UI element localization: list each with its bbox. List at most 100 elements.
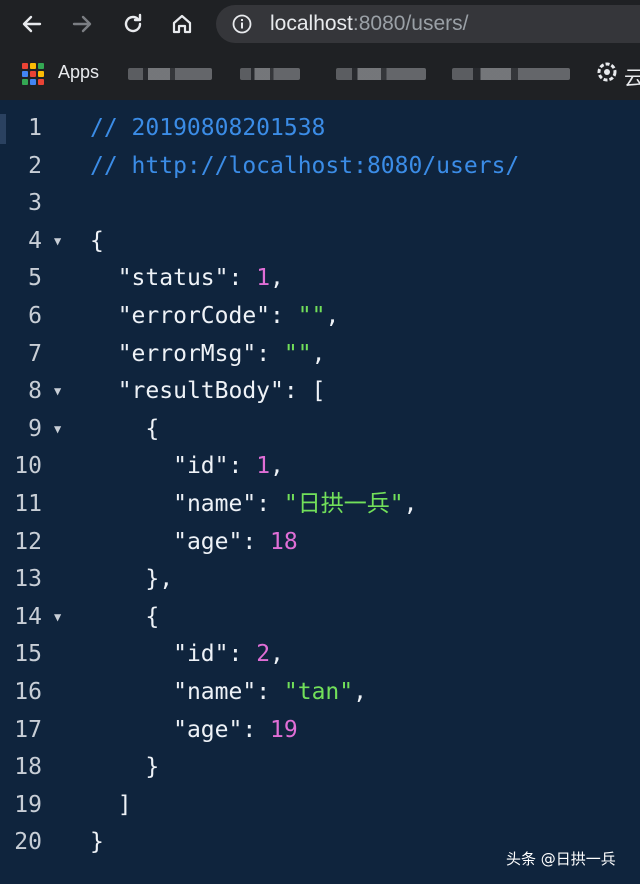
- line-number: 17: [14, 716, 42, 743]
- code-line: 8 ▼ "resultBody": [: [0, 373, 640, 411]
- code-line: 14 ▼ {: [0, 599, 640, 637]
- code-line: 4 ▼ {: [0, 223, 640, 261]
- apps-grid-icon[interactable]: [22, 63, 44, 85]
- code-content: {: [90, 599, 159, 637]
- code-content: "name": "日拱一兵",: [90, 486, 417, 524]
- bookmark-item-blurred[interactable]: [452, 68, 570, 80]
- code-line: 11 "name": "日拱一兵",: [0, 486, 640, 524]
- json-key: "age": [173, 716, 243, 743]
- back-button[interactable]: [14, 6, 50, 42]
- line-number: 2: [28, 152, 42, 179]
- json-punctuation: :: [228, 265, 257, 292]
- fold-toggle-icon[interactable]: ▼: [54, 599, 68, 637]
- json-key: "id": [173, 641, 229, 668]
- code-line: 3: [0, 185, 640, 223]
- line-number: 8: [28, 378, 42, 405]
- code-line: 1 // 20190808201538: [0, 110, 640, 148]
- apps-bookmark-label[interactable]: Apps: [58, 62, 99, 83]
- code-content: // http://localhost:8080/users/: [90, 148, 519, 186]
- line-number: 9: [28, 415, 42, 442]
- json-punctuation: :: [242, 528, 271, 555]
- json-viewer: 1 // 20190808201538 2 // http://localhost:8…: [0, 100, 640, 884]
- json-string: "": [297, 303, 326, 329]
- json-punctuation: :: [270, 303, 298, 329]
- json-number: 1: [256, 453, 271, 480]
- url-host: localhost: [270, 12, 353, 35]
- code-content: "name": "tan",: [90, 674, 367, 712]
- json-punctuation: :: [256, 340, 284, 367]
- line-number: 6: [28, 303, 42, 329]
- line-number: 18: [14, 754, 42, 781]
- json-punctuation: :: [228, 641, 257, 668]
- line-number: 16: [14, 679, 42, 705]
- code-line: 16 "name": "tan",: [0, 674, 640, 712]
- bookmark-item-blurred[interactable]: [336, 68, 426, 80]
- json-punctuation: ,: [270, 265, 284, 292]
- json-punctuation: {: [145, 603, 160, 630]
- code-content: "errorMsg": "",: [90, 336, 326, 374]
- code-content: }: [90, 824, 104, 862]
- home-button[interactable]: [164, 6, 200, 42]
- bookmark-item-blurred[interactable]: [240, 68, 300, 80]
- bookmark-item-cut[interactable]: 云: [624, 62, 640, 91]
- json-punctuation: :: [242, 716, 271, 743]
- bookmarks-bar: Apps 云: [0, 48, 640, 100]
- json-number: 2: [256, 641, 271, 668]
- home-icon: [172, 14, 192, 34]
- code-content: "id": 1,: [90, 448, 284, 486]
- json-punctuation: ,: [403, 491, 418, 517]
- code-comment: // http://localhost:8080/users/: [90, 152, 520, 179]
- code-content: "id": 2,: [90, 636, 284, 674]
- back-arrow-icon: [22, 15, 42, 33]
- code-line: 10 "id": 1,: [0, 448, 640, 486]
- json-key: "id": [173, 453, 229, 480]
- code-line: 7 "errorMsg": "",: [0, 336, 640, 374]
- address-bar[interactable]: localhost:8080/users/: [216, 5, 640, 43]
- json-punctuation: ,: [311, 340, 326, 367]
- reload-button[interactable]: [115, 6, 151, 42]
- fold-toggle-icon[interactable]: ▼: [54, 411, 68, 449]
- code-line: 12 "age": 18: [0, 524, 640, 562]
- json-punctuation: ,: [353, 679, 367, 705]
- json-number: 18: [270, 528, 298, 555]
- fold-toggle-icon[interactable]: ▼: [54, 373, 68, 411]
- code-line: 13 },: [0, 561, 640, 599]
- code-line: 2 // http://localhost:8080/users/: [0, 148, 640, 186]
- json-punctuation: }: [145, 754, 160, 781]
- fold-toggle-icon[interactable]: ▼: [54, 223, 68, 261]
- json-punctuation: {: [90, 227, 104, 254]
- code-line: 18 }: [0, 749, 640, 787]
- json-string: "tan": [283, 679, 354, 705]
- code-content: "status": 1,: [90, 260, 284, 298]
- json-string: "日拱一兵": [283, 491, 404, 517]
- code-content: }: [90, 749, 159, 787]
- reload-icon: [124, 13, 142, 33]
- code-content: "resultBody": [: [90, 373, 326, 411]
- json-punctuation: :: [256, 679, 284, 705]
- line-number: 10: [14, 453, 42, 480]
- line-number: 3: [28, 190, 42, 217]
- json-punctuation: :: [256, 491, 284, 517]
- address-url[interactable]: localhost:8080/users/: [270, 12, 468, 36]
- code-content: {: [90, 411, 159, 449]
- json-number: 1: [256, 265, 271, 292]
- bookmark-favicon-icon[interactable]: [596, 61, 618, 83]
- code-comment: // 20190808201538: [90, 115, 326, 141]
- code-content: "errorCode": "",: [90, 298, 340, 336]
- watermark-text: 头条 @日拱一兵: [506, 850, 616, 868]
- json-key: "name": [173, 491, 257, 517]
- line-number: 1: [28, 115, 42, 141]
- json-punctuation: ,: [325, 303, 340, 329]
- line-number: 4: [28, 227, 42, 254]
- info-icon[interactable]: [232, 14, 252, 34]
- json-key: "status": [117, 265, 229, 292]
- forward-button[interactable]: [64, 6, 100, 42]
- code-content: },: [90, 561, 173, 599]
- code-content: "age": 18: [90, 524, 298, 562]
- line-number: 14: [14, 603, 42, 630]
- bookmark-item-blurred[interactable]: [128, 68, 212, 80]
- code-content: "age": 19: [90, 712, 298, 750]
- line-number: 15: [14, 641, 42, 668]
- line-number: 19: [14, 791, 42, 818]
- line-number: 5: [28, 265, 42, 292]
